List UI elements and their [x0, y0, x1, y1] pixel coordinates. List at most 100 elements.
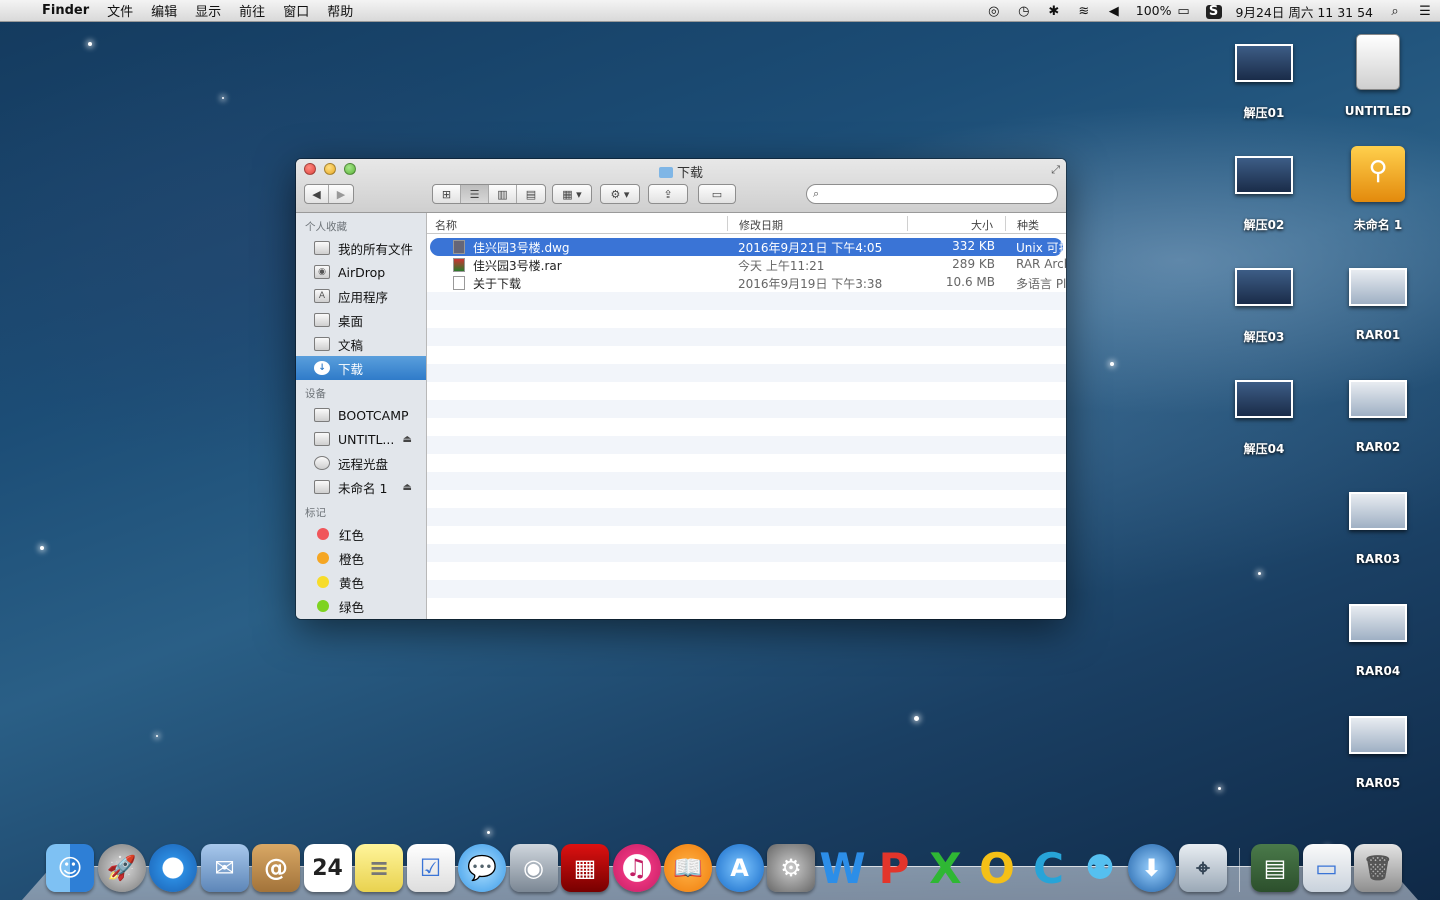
menu-file[interactable]: 文件 [98, 1, 142, 20]
sidebar-tag-orange[interactable]: 橙色 [296, 546, 426, 570]
desktop-icon-jieya04[interactable]: 解压04 [1209, 380, 1319, 457]
share-button[interactable]: ⇪ [648, 184, 688, 204]
icon-view-button[interactable]: ⊞ [433, 185, 461, 203]
window-title: 下载 [296, 162, 1066, 181]
sidebar-tag-yellow[interactable]: 黄色 [296, 570, 426, 594]
star [914, 716, 919, 721]
sidebar-item-documents[interactable]: 文稿 [296, 332, 426, 356]
desktop-icon-unnamed1[interactable]: ⚲ 未命名 1 [1323, 146, 1433, 233]
column-header-date[interactable]: 修改日期 [739, 217, 783, 233]
table-row[interactable]: 关于下载 2016年9月19日 下午3:38 10.6 MB 多语言 Pl [427, 274, 1066, 292]
column-divider[interactable] [727, 216, 728, 231]
column-divider[interactable] [907, 216, 908, 231]
table-row[interactable]: 佳兴园3号楼.dwg 2016年9月21日 下午4:05 332 KB Unix… [430, 238, 1066, 256]
app-store-icon[interactable]: A [715, 844, 764, 892]
system-preferences-icon[interactable]: ⚙ [767, 844, 815, 892]
input-method-icon[interactable]: S [1199, 3, 1229, 19]
column-header-name[interactable]: 名称 [435, 217, 457, 233]
safari-icon[interactable]: ✦ [149, 844, 197, 892]
bluetooth-icon[interactable]: ✱ [1039, 3, 1069, 19]
menu-edit[interactable]: 编辑 [142, 1, 186, 20]
fullscreen-icon[interactable]: ⤢ [1051, 163, 1060, 177]
table-row[interactable]: 佳兴园3号楼.rar 今天 上午11:21 289 KB RAR Arch [427, 256, 1066, 274]
time-machine-icon[interactable]: ◷ [1009, 3, 1039, 19]
desktop-icon-label: RAR03 [1355, 552, 1401, 566]
reminders-icon[interactable]: ☑ [406, 844, 455, 892]
column-view-button[interactable]: ▥ [489, 185, 517, 203]
arrange-button[interactable]: ▦ ▾ [552, 184, 592, 204]
excel-icon[interactable]: X [922, 844, 970, 893]
column-header-size[interactable]: 大小 [971, 217, 993, 233]
desktop-icon-rar04[interactable]: RAR04 [1323, 604, 1433, 678]
desktop-icon [314, 313, 330, 327]
facetime-icon[interactable]: ◉ [509, 844, 558, 892]
launchpad-icon[interactable]: 🚀 [97, 844, 146, 892]
forward-button[interactable]: ▶ [329, 185, 353, 203]
powerpoint-icon[interactable]: P [870, 844, 918, 893]
file-kind: 多语言 Pl [1016, 277, 1066, 291]
action-button[interactable]: ⚙ ▾ [600, 184, 640, 204]
eject-icon[interactable]: ⏏ [403, 482, 412, 493]
menu-help[interactable]: 帮助 [318, 1, 362, 20]
preview-icon[interactable]: ▭ [1302, 844, 1351, 892]
desktop-icon-rar01[interactable]: RAR01 [1323, 268, 1433, 342]
sidebar-tag-red[interactable]: 红色 [296, 522, 426, 546]
contacts-icon[interactable]: @ [252, 844, 300, 892]
clock[interactable]: 9月24日 周六 11 31 54 [1229, 2, 1380, 21]
sidebar-item-airdrop[interactable]: ◉ AirDrop [296, 260, 426, 284]
sidebar-item-label: 应用程序 [338, 289, 389, 305]
volume-icon[interactable]: ◀ [1099, 3, 1129, 19]
desktop-icon-rar02[interactable]: RAR02 [1323, 380, 1433, 454]
desktop-icon-rar05[interactable]: RAR05 [1323, 716, 1433, 790]
photo-booth-icon[interactable]: ▦ [561, 844, 609, 892]
communicator-icon[interactable]: C [1025, 844, 1073, 893]
mail-icon[interactable]: ✉ [200, 844, 249, 892]
cover-flow-button[interactable]: ▤ [517, 185, 545, 203]
itunes-icon[interactable]: ♫ [612, 844, 661, 892]
menu-view[interactable]: 显示 [186, 1, 230, 20]
back-button[interactable]: ◀ [305, 185, 329, 203]
messages-icon[interactable]: 💬 [458, 844, 506, 892]
wifi-icon[interactable]: ≋ [1069, 3, 1099, 19]
menu-app-name[interactable]: Finder [40, 3, 98, 18]
sidebar-tag-green[interactable]: 绿色 [296, 594, 426, 618]
archive-icon[interactable]: ▤ [1251, 844, 1299, 892]
sidebar-item-untitled[interactable]: UNTITL... ⏏ [296, 427, 426, 451]
outlook-icon[interactable]: O [973, 844, 1021, 893]
desktop-icon-jieya01[interactable]: 解压01 [1209, 44, 1319, 121]
word-icon[interactable]: W [819, 844, 867, 893]
download-icon[interactable]: ⬇ [1127, 844, 1176, 892]
sidebar-item-label: 桌面 [338, 313, 364, 329]
notes-icon[interactable]: ≡ [355, 844, 403, 892]
finder-icon[interactable]: ☺ [46, 844, 94, 892]
sidebar-item-applications[interactable]: A 应用程序 [296, 284, 426, 308]
desktop-icon-untitled[interactable]: UNTITLED [1323, 34, 1433, 118]
ibooks-icon[interactable]: 📖 [664, 844, 712, 892]
list-view-button[interactable]: ☰ [461, 185, 489, 203]
sidebar-item-remote-disc[interactable]: 远程光盘 [296, 451, 426, 475]
network-icon[interactable]: ⌖ [1179, 844, 1227, 892]
battery-status[interactable]: 100% ▭ [1129, 3, 1199, 19]
column-divider[interactable] [1005, 216, 1006, 231]
sync-icon[interactable]: ◎ [979, 3, 1009, 19]
search-input[interactable]: ⌕ [806, 184, 1058, 204]
messenger-icon[interactable]: ⚉ [1076, 844, 1124, 892]
menu-window[interactable]: 窗口 [274, 1, 318, 20]
calendar-icon[interactable]: 24 [303, 844, 352, 892]
window-titlebar[interactable]: 下载 ⤢ ◀ ▶ ⊞ ☰ ▥ ▤ ▦ ▾ ⚙ ▾ ⇪ ▭ ⌕ [296, 159, 1066, 213]
sidebar-item-all-files[interactable]: 我的所有文件 [296, 236, 426, 260]
menu-go[interactable]: 前往 [230, 1, 274, 20]
desktop-icon-rar03[interactable]: RAR03 [1323, 492, 1433, 566]
spotlight-icon[interactable]: ⌕ [1380, 3, 1410, 19]
eject-icon[interactable]: ⏏ [403, 434, 412, 445]
sidebar-item-unnamed1[interactable]: 未命名 1 ⏏ [296, 475, 426, 499]
notification-center-icon[interactable]: ☰ [1410, 3, 1440, 19]
trash-icon[interactable]: 🗑 [1354, 844, 1402, 892]
sidebar-item-downloads[interactable]: ↓ 下载 [296, 356, 426, 380]
sidebar-item-desktop[interactable]: 桌面 [296, 308, 426, 332]
desktop-icon-jieya03[interactable]: 解压03 [1209, 268, 1319, 345]
sidebar-item-bootcamp[interactable]: BOOTCAMP [296, 403, 426, 427]
desktop-icon-jieya02[interactable]: 解压02 [1209, 156, 1319, 233]
column-header-kind[interactable]: 种类 [1017, 217, 1039, 233]
tags-button[interactable]: ▭ [698, 184, 736, 204]
